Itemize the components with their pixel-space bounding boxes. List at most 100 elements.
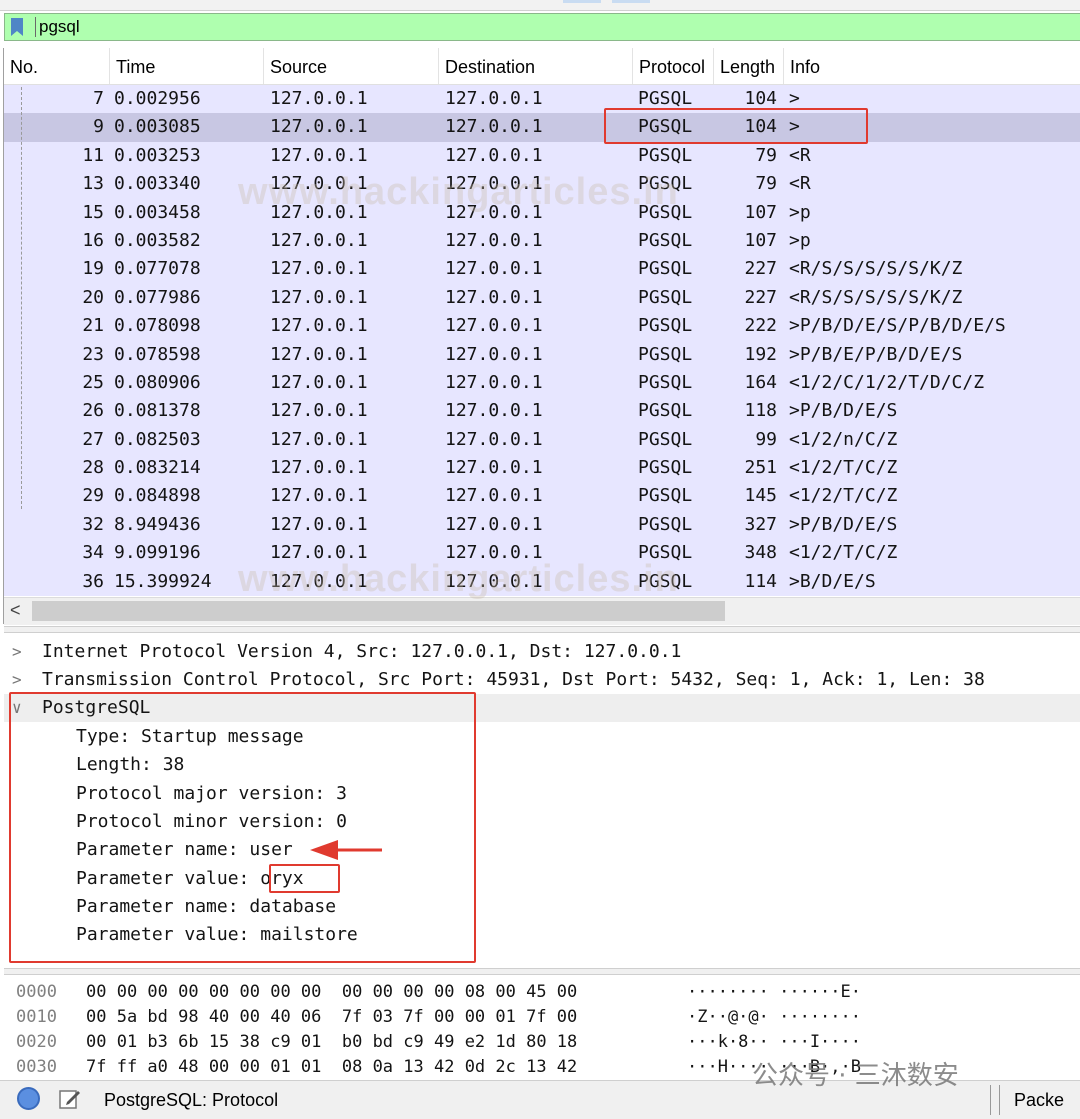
packet-length: 251	[744, 457, 777, 479]
packet-row[interactable]: 20 0.077986 127.0.0.1 127.0.0.1 PGSQL 227 <R/S…	[4, 283, 1080, 313]
packet-row[interactable]: 9 0.003085 127.0.0.1 127.0.0.1 PGSQL 104 >	[4, 113, 1080, 142]
packet-row[interactable]: 21 0.078098 127.0.0.1 127.0.0.1 PGSQL 222 >P/B…	[4, 312, 1080, 341]
packet-info: <R	[789, 144, 811, 166]
bytes-row[interactable]: 0020 00 01 b3 6b 15 38 c9 01 b0 bd c9 49 …	[4, 1030, 1080, 1055]
packet-protocol: PGSQL	[638, 315, 693, 337]
packet-length: 107	[744, 229, 777, 251]
chevron-right-icon[interactable]: >	[12, 666, 28, 694]
chevron-right-icon[interactable]: >	[12, 638, 28, 666]
bookmark-icon[interactable]	[11, 18, 23, 36]
packet-row[interactable]: 13 0.003340 127.0.0.1 127.0.0.1 PGSQL 79 <R	[4, 170, 1080, 199]
packet-row[interactable]: 7 0.002956 127.0.0.1 127.0.0.1 PGSQL 104 >	[4, 85, 1080, 114]
tree-item-ip[interactable]: > Internet Protocol Version 4, Src: 127.…	[4, 638, 1080, 666]
status-divider[interactable]	[990, 1085, 1000, 1115]
column-no[interactable]: No.	[4, 48, 110, 84]
packet-rows: 7 0.002956 127.0.0.1 127.0.0.1 PGSQL 104 >9 0.0…	[4, 85, 1080, 597]
packet-source: 127.0.0.1	[270, 286, 368, 308]
column-destination[interactable]: Destination	[439, 48, 633, 84]
packet-row[interactable]: 16 0.003582 127.0.0.1 127.0.0.1 PGSQL 107 >p	[4, 226, 1080, 256]
display-filter-input[interactable]	[39, 16, 939, 38]
packet-row[interactable]: 36 15.399924 127.0.0.1 127.0.0.1 PGSQL 114 >B/…	[4, 567, 1080, 597]
column-time[interactable]: Time	[110, 48, 264, 84]
column-info[interactable]: Info	[784, 48, 1080, 84]
packet-list-scrollbar[interactable]: <	[4, 597, 1080, 625]
packet-protocol: PGSQL	[638, 144, 693, 166]
column-source[interactable]: Source	[264, 48, 439, 84]
packet-protocol: PGSQL	[638, 201, 693, 223]
bytes-hex: 00 00 00 00 00 00 00 00 00 00 00 00 08 0…	[86, 982, 578, 1002]
packet-length: 222	[744, 315, 777, 337]
packet-destination: 127.0.0.1	[445, 570, 543, 592]
wechat-watermark: 公众号 · 三沐数安	[752, 1061, 959, 1091]
packet-row[interactable]: 23 0.078598 127.0.0.1 127.0.0.1 PGSQL 192 >P/B…	[4, 340, 1080, 369]
packet-no: 23	[82, 343, 104, 365]
packet-row[interactable]: 26 0.081378 127.0.0.1 127.0.0.1 PGSQL 118 >P/B…	[4, 397, 1080, 426]
packet-time: 0.003458	[114, 201, 201, 223]
edit-comment-icon[interactable]	[58, 1087, 82, 1111]
packet-info: >p	[789, 201, 811, 223]
packet-info: >P/B/E/P/B/D/E/S	[789, 343, 963, 365]
packet-info: <1/2/T/C/Z	[789, 542, 898, 564]
packet-time: 0.083214	[114, 457, 201, 479]
packet-row[interactable]: 11 0.003253 127.0.0.1 127.0.0.1 PGSQL 79 <R	[4, 141, 1080, 171]
bytes-row[interactable]: 0010 00 5a bd 98 40 00 40 06 7f 03 7f 00 …	[4, 1005, 1080, 1030]
packet-info: <1/2/n/C/Z	[789, 428, 898, 450]
packet-time: 0.080906	[114, 371, 201, 393]
packet-protocol: PGSQL	[638, 457, 693, 479]
expert-info-icon[interactable]	[17, 1087, 40, 1110]
scrollbar-thumb[interactable]	[32, 601, 725, 621]
packet-time: 0.003085	[114, 116, 201, 138]
packet-destination: 127.0.0.1	[445, 542, 543, 564]
packet-protocol: PGSQL	[638, 343, 693, 365]
packet-length: 118	[744, 400, 777, 422]
packet-time: 0.084898	[114, 485, 201, 507]
toolbar-button[interactable]	[612, 0, 650, 3]
packet-destination: 127.0.0.1	[445, 428, 543, 450]
packet-info: >P/B/D/E/S	[789, 400, 898, 422]
packet-source: 127.0.0.1	[270, 542, 368, 564]
packet-protocol: PGSQL	[638, 286, 693, 308]
packet-row[interactable]: 15 0.003458 127.0.0.1 127.0.0.1 PGSQL 107 >p	[4, 198, 1080, 227]
packet-no: 28	[82, 457, 104, 479]
packet-row[interactable]: 19 0.077078 127.0.0.1 127.0.0.1 PGSQL 227 <R/S…	[4, 255, 1080, 284]
packet-length: 114	[744, 570, 777, 592]
packet-source: 127.0.0.1	[270, 428, 368, 450]
packet-info: <R	[789, 173, 811, 195]
packet-length: 99	[755, 428, 777, 450]
bytes-offset: 0020	[16, 1032, 57, 1052]
column-protocol[interactable]: Protocol	[633, 48, 714, 84]
packet-length: 79	[755, 173, 777, 195]
scroll-left-icon[interactable]: <	[10, 600, 21, 621]
packet-row[interactable]: 32 8.949436 127.0.0.1 127.0.0.1 PGSQL 327 >P/B…	[4, 510, 1080, 540]
packet-destination: 127.0.0.1	[445, 173, 543, 195]
packet-protocol: PGSQL	[638, 570, 693, 592]
toolbar-strip	[0, 0, 1080, 11]
packet-row[interactable]: 28 0.083214 127.0.0.1 127.0.0.1 PGSQL 251 <1/2…	[4, 454, 1080, 483]
bytes-offset: 0000	[16, 982, 57, 1002]
packet-source: 127.0.0.1	[270, 343, 368, 365]
packet-row[interactable]: 25 0.080906 127.0.0.1 127.0.0.1 PGSQL 164 <1/2…	[4, 368, 1080, 398]
packet-time: 0.077986	[114, 286, 201, 308]
packet-destination: 127.0.0.1	[445, 144, 543, 166]
packet-source: 127.0.0.1	[270, 570, 368, 592]
tree-item-tcp[interactable]: > Transmission Control Protocol, Src Por…	[4, 666, 1080, 694]
packet-time: 0.078598	[114, 343, 201, 365]
packet-row[interactable]: 29 0.084898 127.0.0.1 127.0.0.1 PGSQL 145 <1/2…	[4, 482, 1080, 511]
packet-no: 25	[82, 371, 104, 393]
pane-splitter[interactable]	[4, 626, 1080, 633]
packet-row[interactable]: 34 9.099196 127.0.0.1 127.0.0.1 PGSQL 348 <1/2…	[4, 539, 1080, 568]
tree-item-label: Transmission Control Protocol, Src Port:…	[42, 669, 985, 690]
packet-info: <R/S/S/S/S/S/K/Z	[789, 258, 963, 280]
packet-no: 13	[82, 173, 104, 195]
packet-info: >P/B/D/E/S/P/B/D/E/S	[789, 315, 1006, 337]
packet-no: 32	[82, 513, 104, 535]
packet-time: 0.077078	[114, 258, 201, 280]
packet-protocol: PGSQL	[638, 229, 693, 251]
toolbar-button[interactable]	[563, 0, 601, 3]
packet-destination: 127.0.0.1	[445, 201, 543, 223]
packet-source: 127.0.0.1	[270, 229, 368, 251]
column-length[interactable]: Length	[714, 48, 784, 84]
bytes-row[interactable]: 0000 00 00 00 00 00 00 00 00 00 00 00 00 …	[4, 980, 1080, 1005]
packet-row[interactable]: 27 0.082503 127.0.0.1 127.0.0.1 PGSQL 99 <1/2/…	[4, 425, 1080, 455]
pane-splitter[interactable]	[4, 968, 1080, 975]
